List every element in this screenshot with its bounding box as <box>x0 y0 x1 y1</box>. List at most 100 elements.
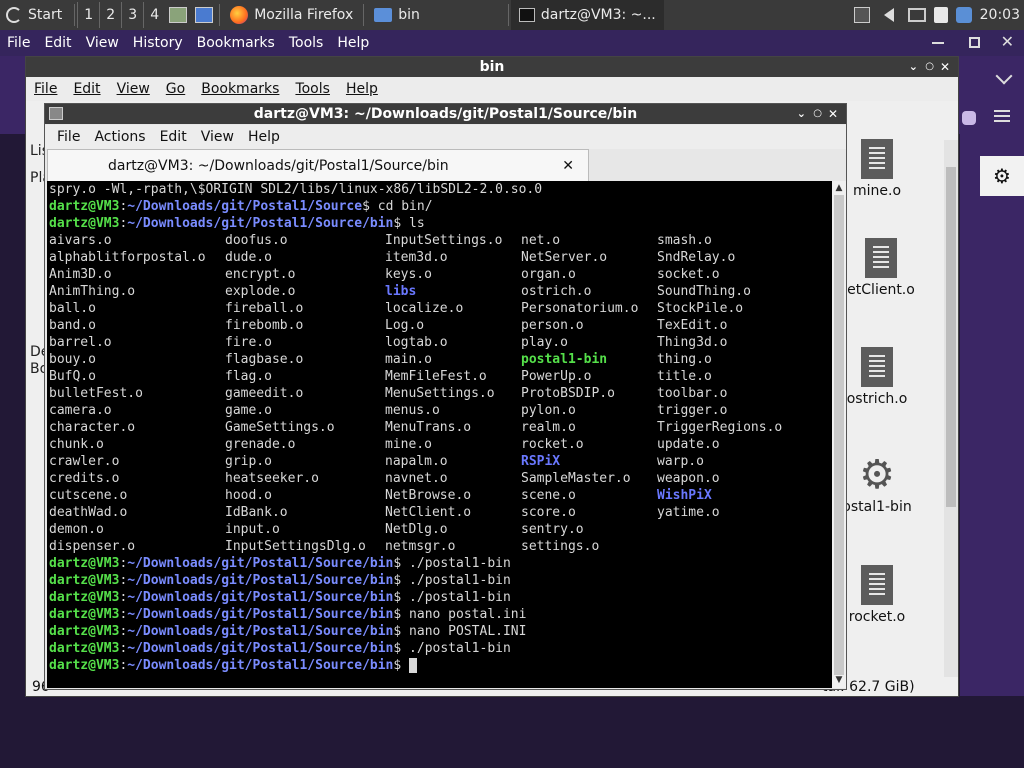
fm-menu-go[interactable]: Go <box>166 81 185 97</box>
ls-entry: smash.o <box>657 233 712 248</box>
close-icon[interactable]: ✕ <box>1001 32 1014 51</box>
ls-entry: IdBank.o <box>225 505 288 520</box>
prompt-symbol: $ <box>393 641 410 656</box>
fm-menu-file[interactable]: File <box>34 81 57 97</box>
ls-entry: crawler.o <box>49 454 120 469</box>
term-menu-actions[interactable]: Actions <box>94 129 145 145</box>
fm-menu-bookmarks[interactable]: Bookmarks <box>201 81 279 97</box>
minimize-icon[interactable]: ⌄ <box>909 57 918 77</box>
term-menu-view[interactable]: View <box>201 129 234 145</box>
network-icon[interactable] <box>907 8 926 22</box>
prompt-user: dartz@VM3 <box>49 624 120 639</box>
task-label: bin <box>398 7 420 23</box>
terminal-output[interactable]: spry.o -Wl,-rpath,\$ORIGIN SDL2/libs/lin… <box>47 181 832 688</box>
terminal-line: crawler.o grip.o napalm.o RSPiX warp.o <box>49 453 817 470</box>
firefox-menubar: File Edit View History Bookmarks Tools H… <box>0 30 1024 56</box>
scroll-up-icon[interactable]: ▲ <box>834 183 844 193</box>
firefox-right-toolbar: ⚙ <box>960 56 1024 696</box>
maximize-icon[interactable]: ○ <box>925 57 934 77</box>
scrollbar-thumb[interactable] <box>834 195 844 675</box>
ls-entry: SampleMaster.o <box>521 471 631 486</box>
terminal-line: dartz@VM3:~/Downloads/git/Postal1/Source… <box>49 606 817 623</box>
close-icon[interactable]: ✕ <box>940 57 950 77</box>
ls-entry: fire.o <box>225 335 272 350</box>
minimize-icon[interactable]: ⌄ <box>797 104 806 124</box>
ls-entry: scene.o <box>521 488 576 503</box>
ls-entry: deathWad.o <box>49 505 128 520</box>
ls-entry: grenade.o <box>225 437 296 452</box>
ff-menu-tools[interactable]: Tools <box>282 35 331 51</box>
fm-menu-view[interactable]: View <box>117 81 150 97</box>
workspace-3[interactable]: 3 <box>121 2 143 28</box>
ff-menu-edit[interactable]: Edit <box>37 35 78 51</box>
prompt-user: dartz@VM3 <box>49 641 120 656</box>
terminal-scrollbar[interactable]: ▲ ▼ <box>832 181 846 688</box>
show-desktop-icon[interactable] <box>165 0 191 30</box>
ff-menu-view[interactable]: View <box>79 35 126 51</box>
settings-gear-icon[interactable]: ⚙ <box>980 156 1024 196</box>
start-label: Start <box>28 7 63 23</box>
ff-menu-file[interactable]: File <box>0 35 37 51</box>
terminal-line: dartz@VM3:~/Downloads/git/Postal1/Source… <box>49 572 817 589</box>
task-firefox[interactable]: Mozilla Firefox <box>222 0 361 30</box>
ls-entry: menus.o <box>385 403 440 418</box>
terminal-line: AnimThing.o explode.o libs ostrich.o SoundTh… <box>49 283 817 300</box>
clipboard-icon[interactable] <box>933 7 948 23</box>
ls-entry: organ.o <box>521 267 576 282</box>
notification-icon[interactable] <box>853 7 870 23</box>
workspace-2[interactable]: 2 <box>99 2 121 28</box>
minimize-icon[interactable] <box>932 42 944 44</box>
file-manager-launcher-icon[interactable] <box>191 0 217 30</box>
ls-entry: grip.o <box>225 454 272 469</box>
scroll-down-icon[interactable]: ▼ <box>834 675 844 685</box>
chevron-down-icon[interactable] <box>995 67 1013 85</box>
ff-menu-history[interactable]: History <box>126 35 190 51</box>
restore-icon[interactable] <box>969 37 980 48</box>
term-menu-edit[interactable]: Edit <box>160 129 187 145</box>
terminal-line: alphablitforpostal.o dude.o item3d.o NetSer… <box>49 249 817 266</box>
fm-menu-tools[interactable]: Tools <box>295 81 330 97</box>
ls-entry: dispenser.o <box>49 539 136 554</box>
update-notifier-icon[interactable] <box>955 7 972 23</box>
ff-menu-bookmarks[interactable]: Bookmarks <box>190 35 282 51</box>
ls-entry: encrypt.o <box>225 267 296 282</box>
close-icon[interactable]: ✕ <box>828 104 838 124</box>
clock[interactable]: 20:03 <box>980 7 1020 23</box>
prompt-symbol: $ <box>393 556 410 571</box>
command-text: nano POSTAL.INI <box>409 624 527 639</box>
prompt-path: ~/Downloads/git/Postal1/Source/bin <box>127 590 394 605</box>
terminal-tab[interactable]: dartz@VM3: ~/Downloads/git/Postal1/Sourc… <box>47 149 589 181</box>
close-tab-icon[interactable]: ✕ <box>562 150 574 182</box>
task-file-manager[interactable]: bin <box>366 0 428 30</box>
ls-entry: settings.o <box>521 539 600 554</box>
fm-menu-help[interactable]: Help <box>346 81 378 97</box>
prompt-symbol: $ <box>393 573 410 588</box>
command-text: ls <box>409 216 425 231</box>
extension-shield-icon[interactable] <box>962 111 976 125</box>
term-menu-file[interactable]: File <box>57 129 80 145</box>
start-button[interactable]: Start <box>0 0 66 30</box>
maximize-icon[interactable]: ○ <box>813 104 822 124</box>
ls-entry: play.o <box>521 335 568 350</box>
ff-menu-help[interactable]: Help <box>330 35 376 51</box>
ls-entry: BufQ.o <box>49 369 96 384</box>
task-terminal[interactable]: dartz@VM3: ~... <box>510 0 664 30</box>
ls-entry: item3d.o <box>385 250 448 265</box>
workspace-4[interactable]: 4 <box>143 2 165 28</box>
ls-entry: game.o <box>225 403 272 418</box>
workspace-1[interactable]: 1 <box>77 2 99 28</box>
command-text: ./postal1-bin <box>409 590 511 605</box>
volume-icon[interactable] <box>883 8 894 22</box>
scrollbar-thumb[interactable] <box>946 167 956 507</box>
term-menu-help[interactable]: Help <box>248 129 280 145</box>
terminal-line: character.o GameSettings.o MenuTrans.o real… <box>49 419 817 436</box>
ls-entry: gameedit.o <box>225 386 304 401</box>
terminal-line: barrel.o fire.o logtab.o play.o Thing3d.o <box>49 334 817 351</box>
fm-menu-edit[interactable]: Edit <box>73 81 100 97</box>
prompt-user: dartz@VM3 <box>49 573 120 588</box>
hamburger-menu-icon[interactable] <box>994 110 1010 122</box>
ls-entry: AnimThing.o <box>49 284 136 299</box>
ls-entry: weapon.o <box>657 471 720 486</box>
ls-entry: Personatorium.o <box>521 301 639 316</box>
prompt-user: dartz@VM3 <box>49 216 120 231</box>
